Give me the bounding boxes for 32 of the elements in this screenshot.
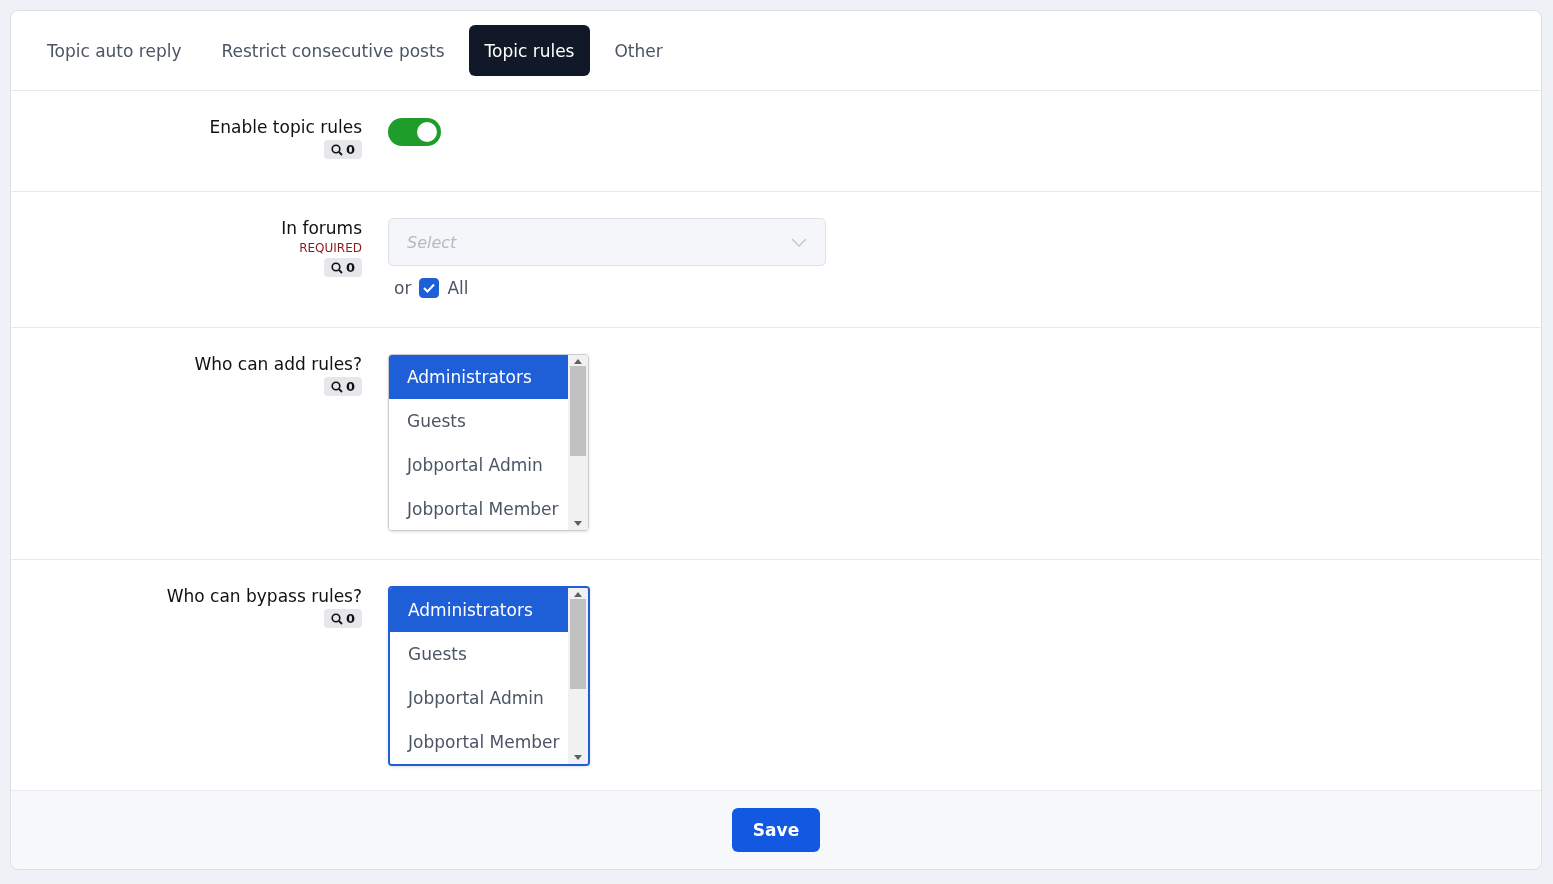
setting-label: Who can add rules? [194,354,362,374]
scroll-up-icon[interactable] [574,359,582,364]
setting-label: Enable topic rules [209,117,362,137]
checkbox-label: All [447,278,469,298]
setting-label: In forums [281,218,362,238]
list-option[interactable]: Administrators [389,355,568,399]
scroll-down-icon[interactable] [574,521,582,526]
list-option[interactable]: Administrators [390,588,568,632]
tab[interactable]: Topic auto reply [31,25,198,76]
multi-select-list[interactable]: Administrators Guests Jobportal Admin Jobportal Member [388,586,590,766]
scrollbar[interactable] [568,355,588,530]
search-count-badge[interactable]: 0 [323,377,362,396]
multi-select-list[interactable]: Administrators Guests Jobportal Admin Jobportal Member [388,354,589,531]
scroll-up-icon[interactable] [574,592,582,597]
toggle-switch[interactable] [388,118,441,146]
scroll-down-icon[interactable] [574,755,582,760]
chevron-down-icon [791,237,807,247]
list-option[interactable]: Jobportal Member [389,487,568,530]
checkbox[interactable] [419,278,440,298]
setting-label: Who can bypass rules? [166,586,362,606]
list-option[interactable]: Jobportal Member [390,720,568,764]
tab[interactable]: Restrict consecutive posts [205,25,461,76]
tab[interactable]: Topic rules [468,25,591,76]
checkmark-icon [423,283,436,293]
or-label: or [394,278,412,298]
save-button[interactable]: Save [731,808,821,852]
search-count-badge[interactable]: 0 [323,140,362,159]
search-count-badge[interactable]: 0 [323,609,362,628]
tab[interactable]: Other [598,25,679,76]
search-count-badge[interactable]: 0 [323,258,362,277]
required-label: REQUIRED [299,241,362,255]
scrollbar[interactable] [568,588,588,764]
